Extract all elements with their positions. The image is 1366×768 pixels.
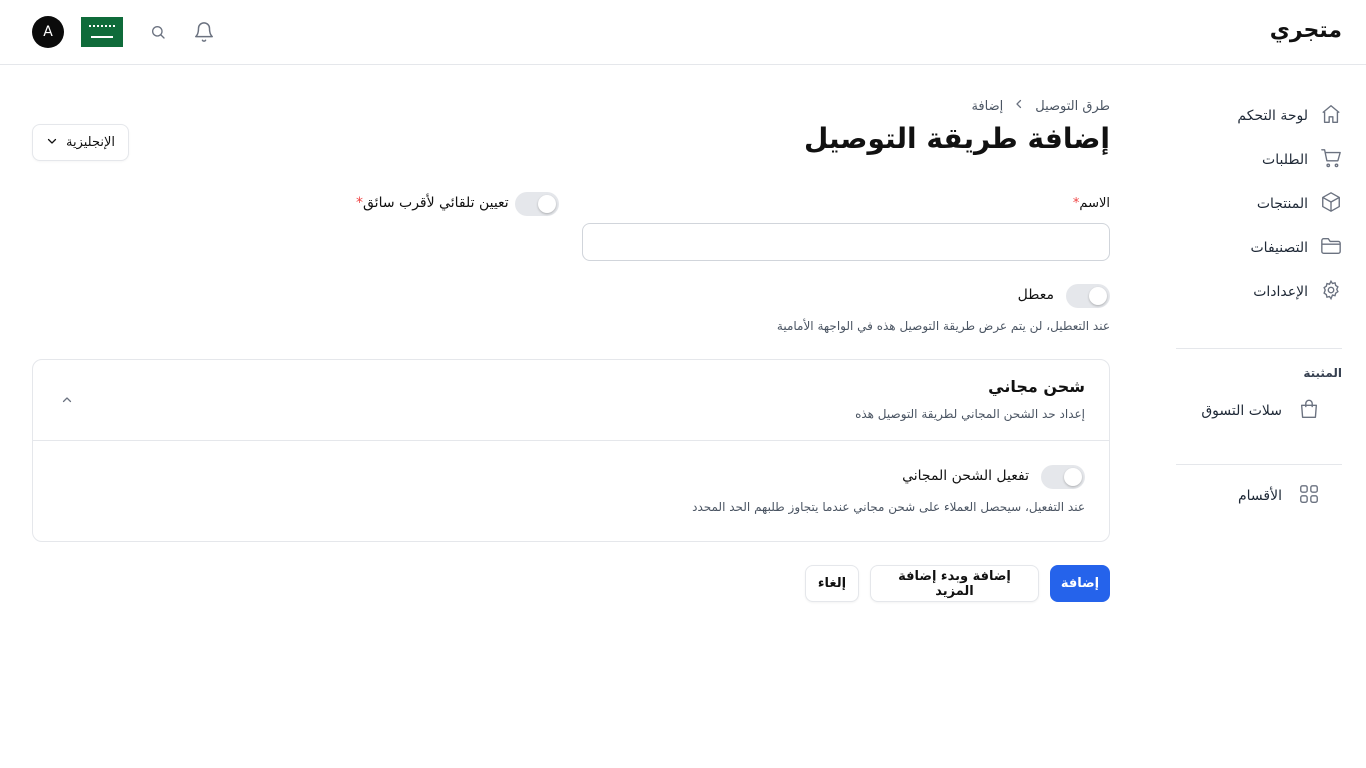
bell-icon[interactable] bbox=[192, 20, 216, 44]
sidebar-item-categories[interactable]: التصنيفات bbox=[1176, 226, 1342, 270]
toggle-knob bbox=[1089, 287, 1107, 305]
breadcrumb-parent-link[interactable]: طرق التوصيل bbox=[1035, 99, 1110, 114]
language-select[interactable]: الإنجليزية bbox=[32, 124, 129, 161]
sidebar-item-orders[interactable]: الطلبات bbox=[1176, 138, 1342, 182]
free-shipping-card: شحن مجاني إعداد حد الشحن المجاني لطريقة … bbox=[32, 359, 1110, 542]
sidebar-item-label: الطلبات bbox=[1262, 152, 1308, 168]
breadcrumb-current: إضافة bbox=[971, 98, 1004, 114]
auto-assign-label-text: تعيين تلقائي لأقرب سائق bbox=[363, 195, 509, 211]
sidebar-item-products[interactable]: المنتجات bbox=[1176, 182, 1342, 226]
submit-button[interactable]: إضافة bbox=[1050, 565, 1110, 602]
name-input[interactable] bbox=[582, 223, 1110, 261]
form-actions: إضافة إضافة وبدء إضافة المزيد إلغاء bbox=[805, 565, 1110, 602]
sidebar-item-sections[interactable]: الأقسام bbox=[1238, 483, 1320, 509]
brand-logo[interactable]: متجري bbox=[1270, 18, 1342, 43]
sidebar-item-label: سلات التسوق bbox=[1201, 403, 1282, 419]
chevron-left-icon bbox=[1013, 98, 1025, 114]
chevron-down-icon bbox=[46, 135, 58, 151]
sidebar-item-settings[interactable]: الإعدادات bbox=[1176, 270, 1342, 314]
bag-icon bbox=[1298, 397, 1320, 425]
free-shipping-hint: عند التفعيل، سيحصل العملاء على شحن مجاني… bbox=[692, 500, 1085, 514]
disabled-hint: عند التعطيل، لن يتم عرض طريقة التوصيل هذ… bbox=[776, 319, 1110, 333]
flag-sword-decoration bbox=[91, 36, 113, 38]
pinned-section-label: المثبتة bbox=[1303, 366, 1342, 380]
sidebar-item-label: المنتجات bbox=[1256, 196, 1308, 212]
card-subtitle: إعداد حد الشحن المجاني لطريقة التوصيل هذ… bbox=[855, 407, 1085, 421]
disabled-toggle[interactable] bbox=[1066, 284, 1110, 308]
search-icon[interactable] bbox=[146, 20, 170, 44]
sidebar-item-label: لوحة التحكم bbox=[1237, 108, 1308, 124]
sidebar-item-label: الأقسام bbox=[1238, 488, 1282, 504]
cancel-button[interactable]: إلغاء bbox=[805, 565, 859, 602]
required-marker: * bbox=[356, 195, 363, 211]
auto-assign-toggle[interactable] bbox=[515, 192, 559, 216]
disabled-label: معطل bbox=[1017, 287, 1054, 303]
submit-and-add-more-button[interactable]: إضافة وبدء إضافة المزيد bbox=[870, 565, 1039, 602]
chevron-up-icon[interactable] bbox=[57, 390, 77, 410]
name-label: الاسم* bbox=[1073, 196, 1110, 211]
sidebar-item-label: التصنيفات bbox=[1250, 240, 1309, 256]
free-shipping-toggle-label: تفعيل الشحن المجاني bbox=[902, 468, 1029, 484]
sidebar-item-label: الإعدادات bbox=[1253, 284, 1308, 300]
free-shipping-toggle[interactable] bbox=[1041, 465, 1085, 489]
card-header[interactable]: شحن مجاني إعداد حد الشحن المجاني لطريقة … bbox=[33, 360, 1109, 441]
auto-assign-label: تعيين تلقائي لأقرب سائق* bbox=[356, 195, 509, 211]
toggle-knob bbox=[538, 195, 556, 213]
toggle-knob bbox=[1064, 468, 1082, 486]
card-title: شحن مجاني bbox=[988, 377, 1085, 396]
gear-icon bbox=[1320, 279, 1342, 305]
sidebar-divider bbox=[1176, 348, 1342, 349]
cart-icon bbox=[1320, 147, 1342, 173]
folder-icon bbox=[1320, 235, 1342, 261]
home-icon bbox=[1320, 103, 1342, 129]
page-title: إضافة طريقة التوصيل bbox=[804, 122, 1110, 155]
box-icon bbox=[1320, 191, 1342, 217]
sidebar-divider bbox=[1176, 464, 1342, 465]
sidebar: لوحة التحكم الطلبات المنتجات التصنيفات ا… bbox=[1176, 94, 1342, 314]
name-label-text: الاسم bbox=[1079, 196, 1110, 211]
flag-script-decoration bbox=[89, 25, 115, 31]
language-select-value: الإنجليزية bbox=[65, 135, 116, 150]
top-bar: متجري A bbox=[0, 0, 1366, 65]
saudi-flag-icon[interactable] bbox=[81, 17, 123, 47]
breadcrumb: طرق التوصيل إضافة bbox=[971, 98, 1110, 114]
sidebar-item-shopping-carts[interactable]: سلات التسوق bbox=[1201, 397, 1320, 425]
sidebar-item-dashboard[interactable]: لوحة التحكم bbox=[1176, 94, 1342, 138]
avatar[interactable]: A bbox=[32, 16, 64, 48]
grid-icon bbox=[1298, 483, 1320, 509]
